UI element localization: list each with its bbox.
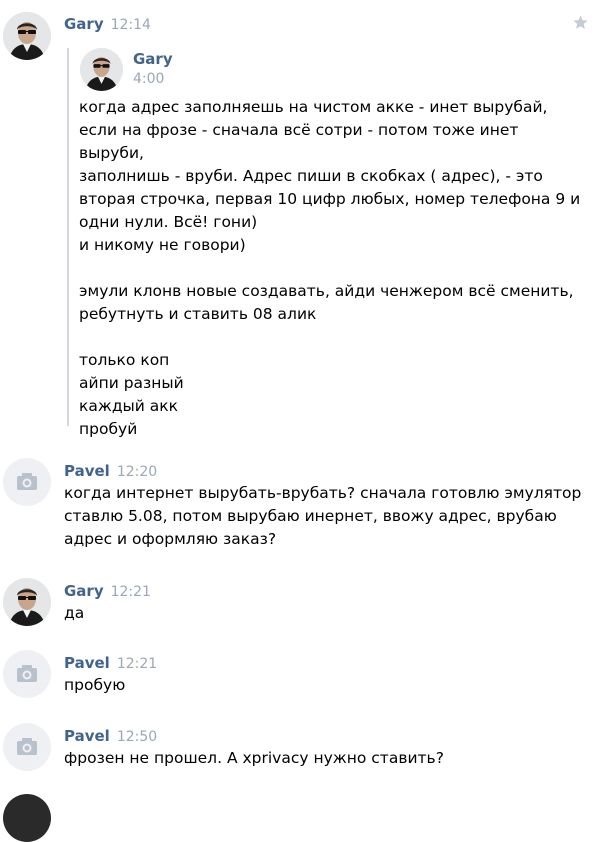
message-time[interactable]: 12:21 [111,584,151,600]
avatar[interactable] [3,458,51,506]
message-time[interactable]: 12:20 [117,464,157,480]
author-name[interactable]: Pavel [64,462,110,480]
message-header: Pavel 12:50 [64,726,157,747]
message-text: когда интернет вырубать-врубать? сначала… [64,484,582,548]
message-header: Gary 12:14 [64,14,151,35]
message-time[interactable]: 12:14 [111,17,151,33]
message-text: фрозен не прошел. А xprivacy нужно стави… [64,749,444,767]
forwarded-author-name[interactable]: Gary [133,50,173,68]
avatar[interactable] [80,48,123,91]
camera-icon [17,738,37,755]
author-name[interactable]: Pavel [64,727,110,745]
message-time[interactable]: 12:50 [117,729,157,745]
star-icon[interactable] [572,14,589,35]
message-time[interactable]: 12:21 [117,656,157,672]
forwarded-time: 4:00 [133,71,165,87]
gary-avatar [3,12,51,60]
forward-bar [67,48,69,426]
gary-avatar [80,48,123,91]
avatar[interactable] [3,794,51,842]
message-header: Pavel 12:21 [64,653,157,674]
forwarded-header: Gary [133,49,173,69]
message-text: да [64,604,85,622]
camera-icon [17,473,37,490]
avatar[interactable] [3,650,51,698]
author-name[interactable]: Gary [64,582,104,600]
message-header: Gary 12:21 [64,581,151,602]
avatar[interactable] [3,12,51,60]
forwarded-text: когда адрес заполняешь на чистом акке - … [79,98,581,438]
author-name[interactable]: Gary [64,15,104,33]
message-text: пробую [64,676,126,694]
camera-icon [17,665,37,682]
author-name[interactable]: Pavel [64,654,110,672]
avatar[interactable] [3,723,51,771]
avatar[interactable] [3,578,51,626]
gary-avatar [3,578,51,626]
message-header: Pavel 12:20 [64,461,157,482]
